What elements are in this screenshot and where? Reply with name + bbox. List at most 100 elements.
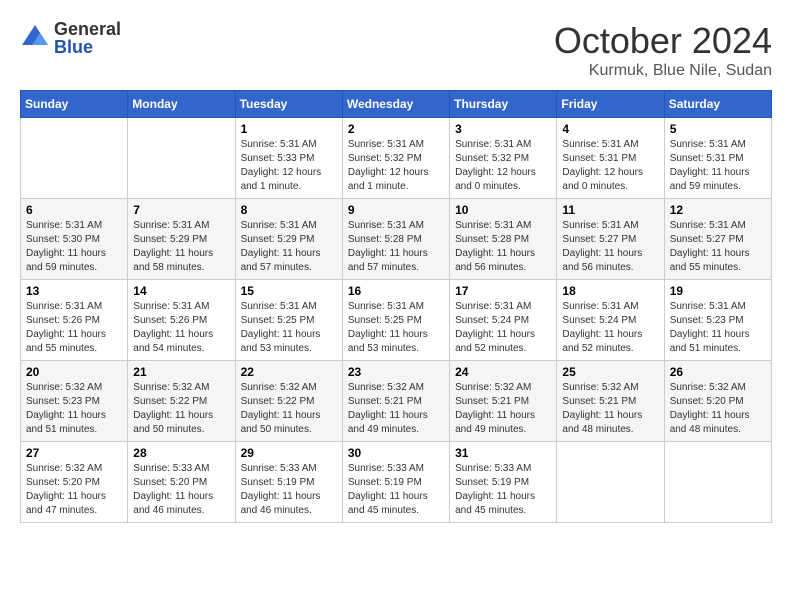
- day-number: 9: [348, 203, 444, 217]
- calendar-cell: 13 Sunrise: 5:31 AMSunset: 5:26 PMDayligh…: [21, 280, 128, 361]
- calendar-cell: 17 Sunrise: 5:31 AMSunset: 5:24 PMDayligh…: [450, 280, 557, 361]
- day-info: Sunrise: 5:31 AMSunset: 5:24 PMDaylight:…: [455, 300, 551, 356]
- logo: General Blue: [20, 20, 121, 56]
- day-info: Sunrise: 5:32 AMSunset: 5:21 PMDaylight:…: [348, 381, 444, 437]
- day-number: 19: [670, 284, 766, 298]
- day-info: Sunrise: 5:31 AMSunset: 5:29 PMDaylight:…: [241, 219, 337, 275]
- day-number: 27: [26, 446, 122, 460]
- calendar-cell: 16Sunrise: 5:31 AMSunset: 5:25 PMDayligh…: [342, 280, 449, 361]
- weekday-header-tuesday: Tuesday: [235, 91, 342, 118]
- day-info: Sunrise: 5:31 AMSunset: 5:27 PMDaylight:…: [562, 219, 658, 275]
- calendar-cell: 27 Sunrise: 5:32 AMSunset: 5:20 PMDayligh…: [21, 442, 128, 523]
- weekday-header-thursday: Thursday: [450, 91, 557, 118]
- day-info: Sunrise: 5:31 AMSunset: 5:26 PMDaylight:…: [26, 300, 122, 356]
- calendar-cell: 1 Sunrise: 5:31 AMSunset: 5:33 PMDaylight…: [235, 118, 342, 199]
- day-number: 21: [133, 365, 229, 379]
- day-info: Sunrise: 5:31 AMSunset: 5:23 PMDaylight:…: [670, 300, 766, 356]
- page-header: General Blue October 2024 Kurmuk, Blue N…: [20, 20, 772, 80]
- day-number: 28: [133, 446, 229, 460]
- calendar-cell: 11 Sunrise: 5:31 AMSunset: 5:27 PMDayligh…: [557, 199, 664, 280]
- calendar-cell: 5 Sunrise: 5:31 AMSunset: 5:31 PMDaylight…: [664, 118, 771, 199]
- day-number: 11: [562, 203, 658, 217]
- calendar-cell: 21 Sunrise: 5:32 AMSunset: 5:22 PMDayligh…: [128, 361, 235, 442]
- day-info: Sunrise: 5:32 AMSunset: 5:22 PMDaylight:…: [133, 381, 229, 437]
- week-row-5: 27 Sunrise: 5:32 AMSunset: 5:20 PMDayligh…: [21, 442, 772, 523]
- weekday-header-friday: Friday: [557, 91, 664, 118]
- day-info: Sunrise: 5:33 AMSunset: 5:19 PMDaylight:…: [241, 462, 337, 518]
- day-info: Sunrise: 5:31 AMSunset: 5:28 PMDaylight:…: [348, 219, 444, 275]
- day-number: 1: [241, 122, 337, 136]
- calendar-cell: 2 Sunrise: 5:31 AMSunset: 5:32 PMDaylight…: [342, 118, 449, 199]
- day-info: Sunrise: 5:31 AMSunset: 5:29 PMDaylight:…: [133, 219, 229, 275]
- calendar-cell: 28 Sunrise: 5:33 AMSunset: 5:20 PMDayligh…: [128, 442, 235, 523]
- day-info: Sunrise: 5:33 AMSunset: 5:20 PMDaylight:…: [133, 462, 229, 518]
- day-info: Sunrise: 5:32 AMSunset: 5:20 PMDaylight:…: [26, 462, 122, 518]
- day-number: 24: [455, 365, 551, 379]
- day-info: Sunrise: 5:32 AMSunset: 5:21 PMDaylight:…: [455, 381, 551, 437]
- day-number: 26: [670, 365, 766, 379]
- weekday-header-row: SundayMondayTuesdayWednesdayThursdayFrid…: [21, 91, 772, 118]
- month-title: October 2024: [554, 20, 772, 62]
- calendar-cell: 26Sunrise: 5:32 AMSunset: 5:20 PMDayligh…: [664, 361, 771, 442]
- day-info: Sunrise: 5:31 AMSunset: 5:31 PMDaylight:…: [562, 138, 658, 194]
- day-info: Sunrise: 5:31 AMSunset: 5:24 PMDaylight:…: [562, 300, 658, 356]
- day-info: Sunrise: 5:31 AMSunset: 5:33 PMDaylight:…: [241, 138, 337, 194]
- day-info: Sunrise: 5:31 AMSunset: 5:31 PMDaylight:…: [670, 138, 766, 194]
- calendar-cell: 25Sunrise: 5:32 AMSunset: 5:21 PMDayligh…: [557, 361, 664, 442]
- calendar-cell: 3 Sunrise: 5:31 AMSunset: 5:32 PMDaylight…: [450, 118, 557, 199]
- day-number: 30: [348, 446, 444, 460]
- calendar-cell: 4 Sunrise: 5:31 AMSunset: 5:31 PMDaylight…: [557, 118, 664, 199]
- calendar-cell: [128, 118, 235, 199]
- day-number: 16: [348, 284, 444, 298]
- weekday-header-wednesday: Wednesday: [342, 91, 449, 118]
- day-number: 12: [670, 203, 766, 217]
- day-number: 4: [562, 122, 658, 136]
- day-number: 3: [455, 122, 551, 136]
- calendar-cell: 12Sunrise: 5:31 AMSunset: 5:27 PMDayligh…: [664, 199, 771, 280]
- day-number: 22: [241, 365, 337, 379]
- calendar-cell: 6Sunrise: 5:31 AMSunset: 5:30 PMDaylight…: [21, 199, 128, 280]
- week-row-3: 13 Sunrise: 5:31 AMSunset: 5:26 PMDayligh…: [21, 280, 772, 361]
- day-info: Sunrise: 5:31 AMSunset: 5:30 PMDaylight:…: [26, 219, 122, 275]
- calendar-cell: 23 Sunrise: 5:32 AMSunset: 5:21 PMDayligh…: [342, 361, 449, 442]
- calendar-cell: 20 Sunrise: 5:32 AMSunset: 5:23 PMDayligh…: [21, 361, 128, 442]
- calendar-cell: 10Sunrise: 5:31 AMSunset: 5:28 PMDayligh…: [450, 199, 557, 280]
- day-number: 13: [26, 284, 122, 298]
- logo-general: General: [54, 20, 121, 38]
- calendar-cell: [664, 442, 771, 523]
- day-info: Sunrise: 5:31 AMSunset: 5:28 PMDaylight:…: [455, 219, 551, 275]
- weekday-header-monday: Monday: [128, 91, 235, 118]
- calendar-cell: 24 Sunrise: 5:32 AMSunset: 5:21 PMDayligh…: [450, 361, 557, 442]
- week-row-1: 1 Sunrise: 5:31 AMSunset: 5:33 PMDaylight…: [21, 118, 772, 199]
- location-title: Kurmuk, Blue Nile, Sudan: [554, 62, 772, 80]
- day-info: Sunrise: 5:31 AMSunset: 5:32 PMDaylight:…: [455, 138, 551, 194]
- day-info: Sunrise: 5:32 AMSunset: 5:23 PMDaylight:…: [26, 381, 122, 437]
- logo-icon: [20, 23, 50, 53]
- calendar-cell: 29Sunrise: 5:33 AMSunset: 5:19 PMDayligh…: [235, 442, 342, 523]
- weekday-header-sunday: Sunday: [21, 91, 128, 118]
- calendar-cell: 22Sunrise: 5:32 AMSunset: 5:22 PMDayligh…: [235, 361, 342, 442]
- calendar-cell: [21, 118, 128, 199]
- calendar-cell: 8 Sunrise: 5:31 AMSunset: 5:29 PMDaylight…: [235, 199, 342, 280]
- day-info: Sunrise: 5:31 AMSunset: 5:26 PMDaylight:…: [133, 300, 229, 356]
- weekday-header-saturday: Saturday: [664, 91, 771, 118]
- day-info: Sunrise: 5:31 AMSunset: 5:32 PMDaylight:…: [348, 138, 444, 194]
- calendar-table: SundayMondayTuesdayWednesdayThursdayFrid…: [20, 90, 772, 523]
- calendar-cell: 18 Sunrise: 5:31 AMSunset: 5:24 PMDayligh…: [557, 280, 664, 361]
- day-number: 8: [241, 203, 337, 217]
- day-number: 5: [670, 122, 766, 136]
- title-section: October 2024 Kurmuk, Blue Nile, Sudan: [554, 20, 772, 80]
- day-number: 7: [133, 203, 229, 217]
- calendar-cell: 9 Sunrise: 5:31 AMSunset: 5:28 PMDaylight…: [342, 199, 449, 280]
- day-number: 17: [455, 284, 551, 298]
- day-number: 23: [348, 365, 444, 379]
- day-info: Sunrise: 5:33 AMSunset: 5:19 PMDaylight:…: [455, 462, 551, 518]
- day-number: 18: [562, 284, 658, 298]
- calendar-cell: 30Sunrise: 5:33 AMSunset: 5:19 PMDayligh…: [342, 442, 449, 523]
- day-number: 31: [455, 446, 551, 460]
- day-number: 2: [348, 122, 444, 136]
- day-number: 20: [26, 365, 122, 379]
- day-info: Sunrise: 5:32 AMSunset: 5:21 PMDaylight:…: [562, 381, 658, 437]
- day-number: 15: [241, 284, 337, 298]
- calendar-cell: 19 Sunrise: 5:31 AMSunset: 5:23 PMDayligh…: [664, 280, 771, 361]
